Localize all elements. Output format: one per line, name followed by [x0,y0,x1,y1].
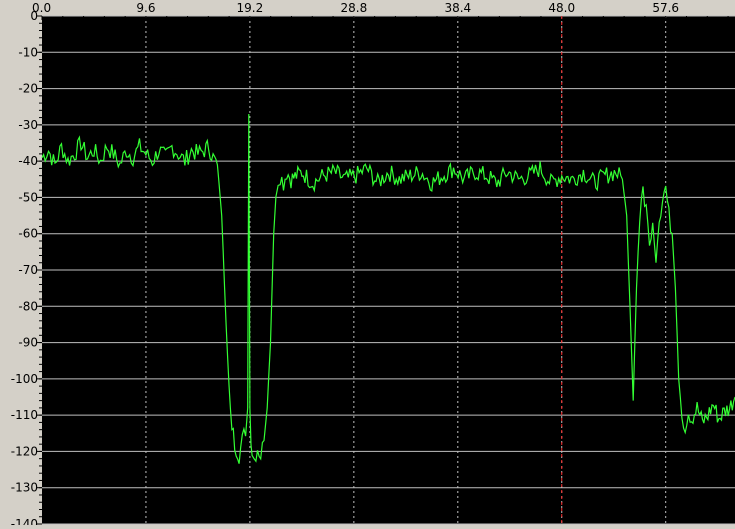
y-tick-label: -90 [18,336,38,350]
y-tick-label: -130 [11,481,38,495]
y-tick-label: -140 [11,517,38,525]
x-tick-label: 38.4 [444,1,471,15]
x-tick-label: 28.8 [340,1,367,15]
y-tick-label: -60 [18,227,38,241]
y-tick-label: -50 [18,190,38,204]
y-tick-label: -100 [11,372,38,386]
chart-svg: 0.0 9.6 19.2 28.8 38.4 48.0 57.6 0-10-20-30-40… [0,0,735,529]
spectrum-chart: 0.0 9.6 19.2 28.8 38.4 48.0 57.6 0 -10 -20 -30 -40… [0,0,735,529]
y-tick-label: 0 [30,9,38,23]
x-tick-label: 19.2 [237,1,264,15]
y-tick-label: -80 [18,299,38,313]
y-tick-label: -120 [11,444,38,458]
y-tick-label: -20 [18,82,38,96]
x-tick-label: 48.0 [548,1,575,15]
x-tick-label: 57.6 [652,1,679,15]
x-tick-label: 9.6 [136,1,155,15]
y-tick-label: -70 [18,263,38,277]
y-tick-label: -40 [18,154,38,168]
y-tick-label: -110 [11,408,38,422]
y-tick-label: -10 [18,45,38,59]
y-tick-label: -30 [18,118,38,132]
